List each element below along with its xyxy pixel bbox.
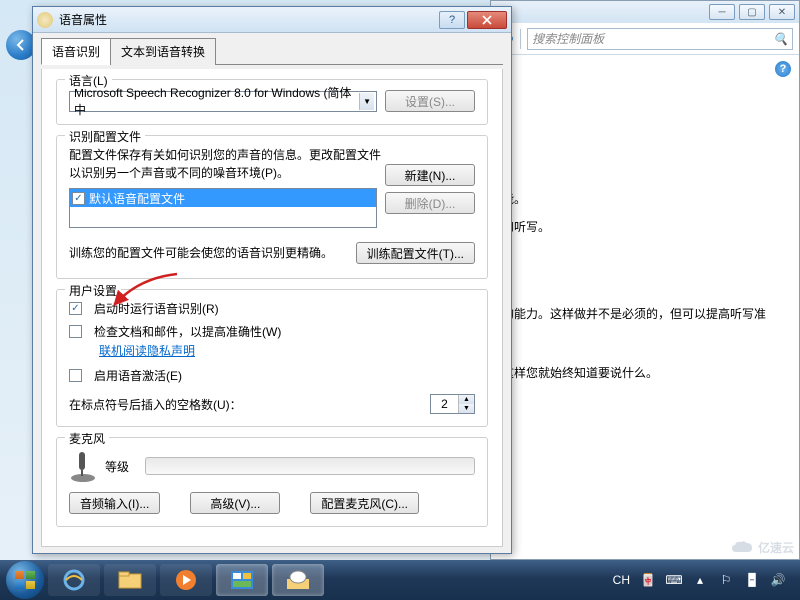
train-desc: 训练您的配置文件可能会使您的语音识别更精确。 [69,244,333,262]
voice-activation-label: 启用语音激活(E) [94,367,182,384]
privacy-link[interactable]: 联机阅读隐私声明 [99,344,195,358]
maximize-button[interactable]: ▢ [739,4,765,20]
microphone-icon [69,448,97,484]
spaces-value: 2 [431,397,458,411]
audio-input-button[interactable]: 音频输入(I)... [69,492,160,514]
run-at-startup-checkbox[interactable]: ✓ [69,302,82,315]
volume-icon[interactable]: 🔊 [770,572,786,588]
microphone-group-label: 麦克风 [65,430,109,447]
taskbar[interactable]: CH 🀄 ⌨ ▴ ⚐ 🁢 🔊 [0,560,800,600]
control-panel-window: ─ ▢ ✕ ↻ 搜索控制面板 🔍 ? [490,0,800,560]
help-icon[interactable]: ? [775,61,791,77]
tab-strip: 语音识别 文本到语音转换 [41,37,503,65]
start-button[interactable] [6,561,44,599]
user-settings-group: 用户设置 ✓ 启动时运行语音识别(R) 检查文档和邮件，以提高准确性(W) 联机… [56,289,488,427]
flag-icon[interactable]: ⚐ [718,572,734,588]
search-icon[interactable]: 🔍 [773,32,788,46]
profiles-group-label: 识别配置文件 [65,128,145,145]
minimize-button[interactable]: ─ [709,4,735,20]
search-input[interactable]: 搜索控制面板 🔍 [527,28,793,50]
check-docs-checkbox[interactable] [69,325,82,338]
profiles-listbox[interactable]: ✓ 默认语音配置文件 [69,188,377,228]
tab-text-to-speech[interactable]: 文本到语音转换 [110,38,216,65]
ime-indicator[interactable]: CH [613,573,630,587]
voice-activation-checkbox[interactable] [69,369,82,382]
profiles-group: 识别配置文件 配置文件保存有关如何识别您的声音的信息。更改配置文件 以识别另一个… [56,135,488,279]
chevron-down-icon: ▼ [359,93,374,110]
close-button[interactable]: ✕ [769,4,795,20]
parent-titlebar: ─ ▢ ✕ [491,1,799,23]
run-at-startup-label: 启动时运行语音识别(R) [94,300,219,317]
keyboard-icon[interactable]: ⌨ [666,572,682,588]
dialog-title: 语音属性 [59,11,107,28]
dialog-titlebar: 语音属性 ? [33,7,511,33]
configure-mic-button[interactable]: 配置麦克风(C)... [310,492,419,514]
tab-content: 语言(L) Microsoft Speech Recognizer 8.0 fo… [41,69,503,547]
task-control-panel[interactable] [216,564,268,596]
dialog-icon [37,12,53,28]
task-explorer[interactable] [104,564,156,596]
spin-up[interactable]: ▲ [458,395,474,404]
dialog-close-button[interactable] [467,11,507,29]
task-speech[interactable] [272,564,324,596]
system-tray: CH 🀄 ⌨ ▴ ⚐ 🁢 🔊 [613,572,794,588]
profile-item-default[interactable]: ✓ 默认语音配置文件 [70,189,376,207]
recognizer-value: Microsoft Speech Recognizer 8.0 for Wind… [74,84,359,118]
train-profile-button[interactable]: 训练配置文件(T)... [356,242,475,264]
watermark: 亿速云 [730,539,794,556]
bg-text-4: 这样您就始终知道要说什么。 [502,364,658,381]
speech-properties-dialog: 语音属性 ? 语音识别 文本到语音转换 语言(L) Microsoft Spee… [32,6,512,554]
profile-item-label: 默认语音配置文件 [89,190,185,207]
language-group: 语言(L) Microsoft Speech Recognizer 8.0 fo… [56,79,488,125]
task-ie[interactable] [48,564,100,596]
ime-icon[interactable]: 🀄 [640,572,656,588]
search-placeholder: 搜索控制面板 [532,30,604,47]
bg-text-3: 的能力。这样做并不是必须的，但可以提高听写准 [502,305,766,322]
profile-checkbox[interactable]: ✓ [72,192,85,205]
new-profile-button[interactable]: 新建(N)... [385,164,475,186]
check-docs-label: 检查文档和邮件，以提高准确性(W) [94,323,281,340]
task-media[interactable] [160,564,212,596]
dialog-help-button[interactable]: ? [439,11,465,29]
level-label: 等级 [105,458,129,475]
microphone-group: 麦克风 等级 音频输入(I)... 高级(V)... 配置麦克风(C)... [56,437,488,527]
mic-level-slider[interactable] [145,457,475,475]
tray-chevron-icon[interactable]: ▴ [692,572,708,588]
spaces-label: 在标点符号后插入的空格数(U)： [69,396,242,413]
recognizer-combo[interactable]: Microsoft Speech Recognizer 8.0 for Wind… [69,91,377,112]
spaces-spinner[interactable]: 2 ▲▼ [430,394,475,414]
advanced-button[interactable]: 高级(V)... [190,492,280,514]
settings-button[interactable]: 设置(S)... [385,90,475,112]
user-settings-label: 用户设置 [65,282,121,299]
language-group-label: 语言(L) [65,72,112,89]
network-icon[interactable]: 🁢 [744,572,760,588]
tab-speech-recognition[interactable]: 语音识别 [41,38,111,65]
spin-down[interactable]: ▼ [458,404,474,413]
cursor-icon [376,193,377,214]
parent-toolbar: ↻ 搜索控制面板 🔍 [491,23,799,55]
delete-profile-button[interactable]: 删除(D)... [385,192,475,214]
